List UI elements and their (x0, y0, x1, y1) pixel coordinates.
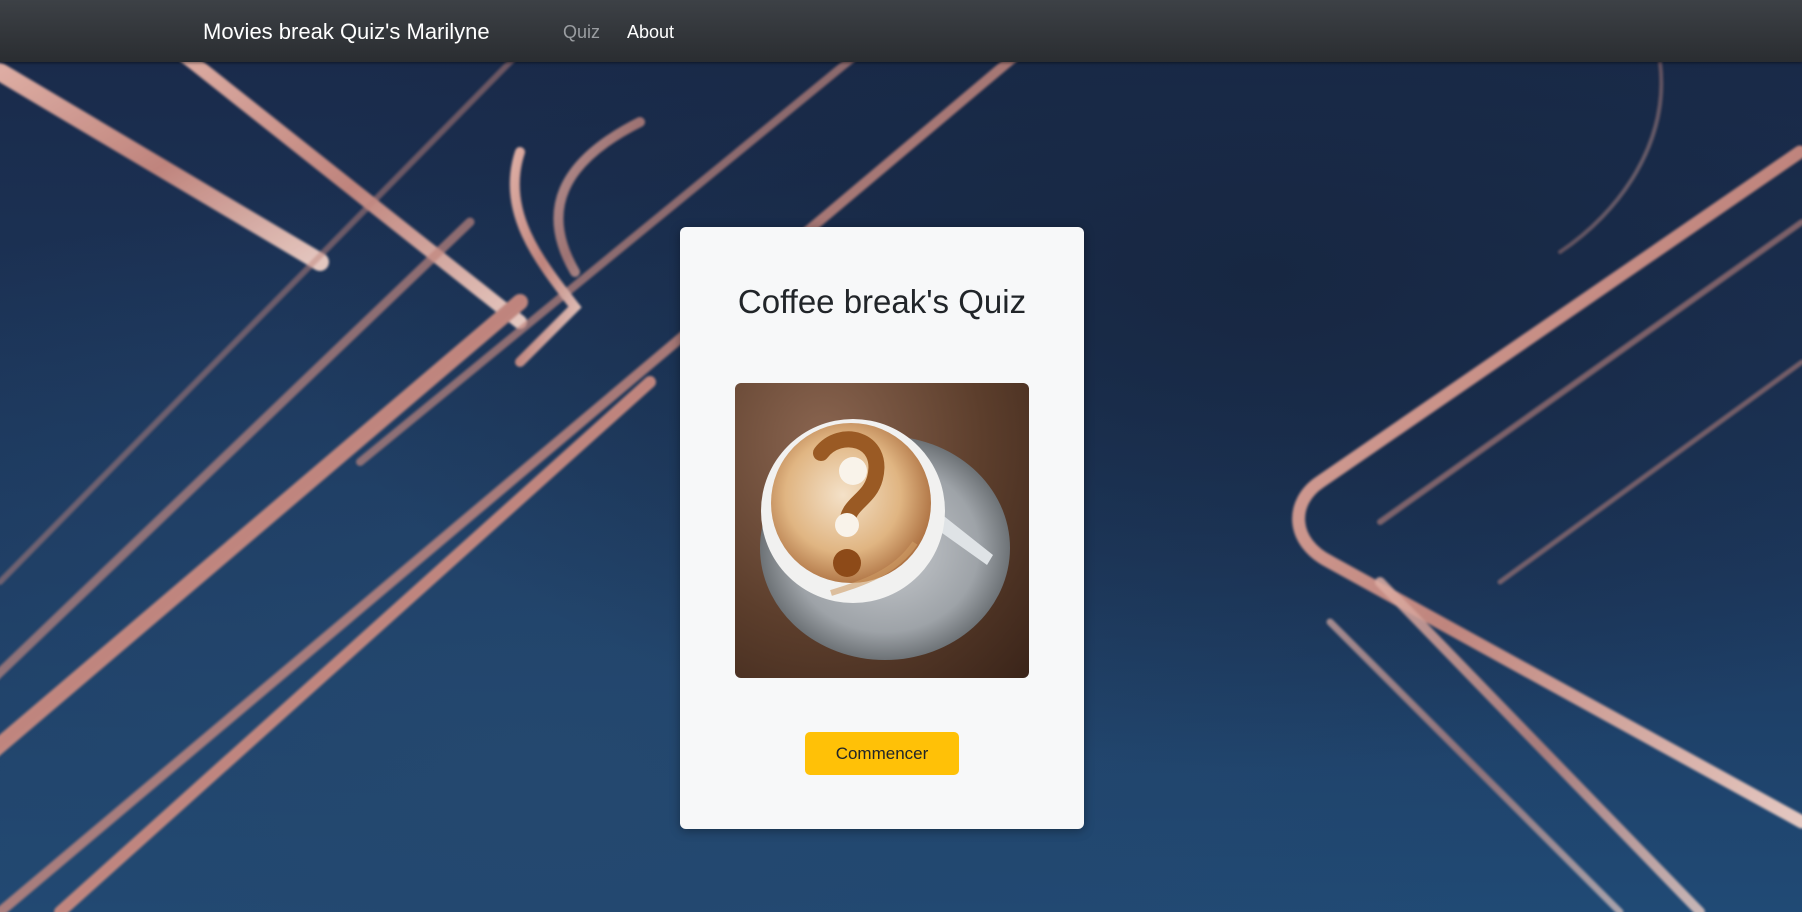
card-title: Coffee break's Quiz (737, 283, 1027, 320)
start-button[interactable]: Commencer (805, 732, 959, 775)
navbar-brand[interactable]: Movies break Quiz's Marilyne (203, 18, 490, 46)
quiz-card: Coffee break's Quiz Commencer (680, 227, 1084, 829)
nav-link-about[interactable]: About (627, 21, 674, 43)
coffee-question-mark-icon (735, 383, 1029, 678)
navbar: Movies break Quiz's Marilyne Quiz About (0, 0, 1802, 62)
nav-link-quiz[interactable]: Quiz (563, 21, 600, 43)
